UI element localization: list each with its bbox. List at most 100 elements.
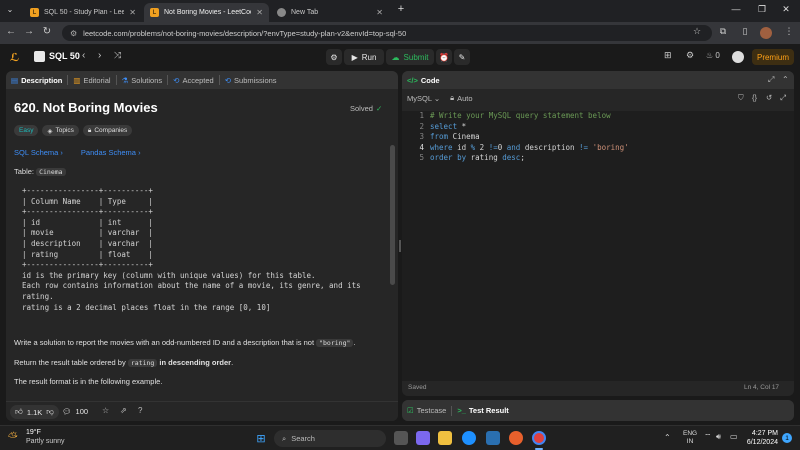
tab-solutions[interactable]: ⚗ Solutions <box>117 71 168 89</box>
expand-icon[interactable]: ⤢ <box>780 93 786 103</box>
teams-icon[interactable] <box>416 431 430 445</box>
profile-avatar[interactable] <box>760 27 772 39</box>
weather-icon[interactable]: ⛅︎ <box>8 430 18 445</box>
tab-label: Accepted <box>182 75 214 85</box>
taskbar-search[interactable]: ⌕ Search <box>274 430 386 447</box>
back-icon[interactable]: ← <box>4 26 18 37</box>
collapse-panel-icon[interactable]: ⌃ <box>782 75 789 84</box>
companies-label: Companies <box>94 127 128 134</box>
prev-problem-icon[interactable]: ‹ <box>82 50 85 61</box>
clock-date: 6/12/2024 <box>746 439 778 446</box>
weather-temp[interactable]: 19°F <box>26 429 41 436</box>
thumbs-up-icon[interactable]: 👍︎ <box>15 407 23 417</box>
firefox-icon[interactable] <box>509 431 523 445</box>
language-indicator[interactable]: ENG IN <box>683 430 697 446</box>
chrome-menu-icon[interactable]: ⋮ <box>782 26 796 37</box>
side-panel-icon[interactable]: ▯ <box>738 26 752 37</box>
language-select[interactable]: MySQL ⌄ <box>407 94 440 103</box>
tab-testcase[interactable]: ☑ Testcase <box>402 402 451 420</box>
reload-icon[interactable]: ↻ <box>40 26 54 37</box>
browser-toolbar: ← → ↻ ⚙ leetcode.com/problems/not-boring… <box>0 22 800 44</box>
layout-grid-icon[interactable]: ⊞ <box>664 50 672 61</box>
line-text: # Write your MySQL query statement below <box>430 111 611 120</box>
tab-editorial[interactable]: ▥ Editorial <box>68 71 115 89</box>
settings-gear-icon[interactable]: ⚙ <box>686 50 694 61</box>
bookmark-icon[interactable]: ⛉ <box>738 93 744 103</box>
address-bar[interactable]: ⚙ leetcode.com/problems/not-boring-movie… <box>62 25 712 41</box>
edge-icon[interactable] <box>462 431 476 445</box>
tab-description[interactable]: ▤ Description <box>6 71 67 89</box>
clock[interactable]: 4:27 PM 6/12/2024 <box>740 429 778 447</box>
tab-search-icon[interactable]: ⌄ <box>2 5 18 14</box>
notification-badge[interactable]: 1 <box>782 433 792 443</box>
leetcode-logo-icon[interactable]: ℒ <box>10 51 22 64</box>
companies-button[interactable]: 🔒︎ Companies <box>82 125 133 136</box>
browser-tab-sql50[interactable]: L SQL 50 - Study Plan - LeetCode ✕ <box>24 3 142 22</box>
notes-button[interactable]: ✎ <box>454 49 470 65</box>
chevron-right-icon: › <box>138 148 141 157</box>
leetcode-nav: ℒ SQL 50 ‹ › ⤨ ⚙ ▶ Run ☁ Submit ⏰ ✎ ⊞ ⚙ … <box>0 44 800 70</box>
maximize-panel-icon[interactable]: ⤢ <box>768 75 774 85</box>
premium-button[interactable]: Premium <box>752 49 794 65</box>
comments-button[interactable]: 💬︎ 100 <box>62 407 88 416</box>
bug-icon: ⚙ <box>330 52 338 62</box>
bookmark-star-icon[interactable]: ☆ <box>690 26 704 37</box>
format-braces-icon[interactable]: {} <box>752 93 757 102</box>
tab-submissions[interactable]: ⟲ Submissions <box>220 71 282 89</box>
timer-button[interactable]: ⏰ <box>436 49 452 65</box>
battery-icon[interactable]: ▭ <box>730 432 738 441</box>
table-name-code: Cinema <box>36 168 66 176</box>
table-caption: Table: Cinema <box>14 167 66 176</box>
submit-button[interactable]: ☁ Submit <box>386 49 434 65</box>
show-hidden-icons-chevron-icon[interactable]: ⌃ <box>664 433 671 442</box>
sql-schema-link[interactable]: SQL Schema › <box>14 148 63 157</box>
site-info-icon[interactable]: ⚙ <box>70 29 77 38</box>
store-icon[interactable] <box>486 431 500 445</box>
tab-close-icon[interactable]: ✕ <box>376 8 383 17</box>
weather-desc[interactable]: Partly sunny <box>26 438 65 445</box>
file-explorer-icon[interactable] <box>438 431 452 445</box>
share-icon[interactable]: ⇗ <box>120 406 127 415</box>
wifi-icon[interactable]: ⌔ <box>704 432 712 442</box>
code-tab[interactable]: </> Code <box>402 71 445 89</box>
tab-accepted[interactable]: ⟲ Accepted <box>168 71 219 89</box>
run-button[interactable]: ▶ Run <box>344 49 384 65</box>
search-placeholder: Search <box>291 434 315 443</box>
topics-button[interactable]: ◈ Topics <box>42 125 79 136</box>
extensions-icon[interactable]: ⧉ <box>716 26 730 37</box>
study-plan-title[interactable]: SQL 50 <box>49 51 80 61</box>
windows-start-icon[interactable]: ⊞ <box>254 431 268 445</box>
next-problem-icon[interactable]: › <box>98 50 101 61</box>
forward-icon[interactable]: → <box>22 26 36 37</box>
thumbs-down-icon[interactable]: 👎︎ <box>46 407 54 417</box>
pandas-schema-link[interactable]: Pandas Schema › <box>81 148 141 157</box>
tab-close-icon[interactable]: ✕ <box>256 8 263 17</box>
task-view-icon[interactable] <box>394 431 408 445</box>
terminal-icon: >_ <box>457 406 466 415</box>
maximize-button[interactable]: ❐ <box>754 4 770 15</box>
auto-mode[interactable]: 🔒︎ Auto <box>450 93 472 103</box>
region-code: IN <box>686 438 694 445</box>
browser-tab-new-tab[interactable]: New Tab ✕ <box>271 3 389 22</box>
chrome-taskbar-icon[interactable] <box>532 431 546 445</box>
minimize-button[interactable]: — <box>728 4 744 14</box>
panel-resize-handle[interactable] <box>399 240 401 252</box>
user-avatar[interactable] <box>732 51 744 63</box>
code-editor[interactable]: 1 # Write your MySQL query statement belo… <box>402 111 794 381</box>
tab-close-icon[interactable]: ✕ <box>129 8 136 17</box>
shuffle-icon[interactable]: ⤨ <box>114 50 121 61</box>
reset-icon[interactable]: ↺ <box>766 93 772 102</box>
inline-code: "boring" <box>316 339 354 347</box>
new-tab-button[interactable]: + <box>393 3 409 15</box>
tab-test-result[interactable]: >_ Test Result <box>452 402 513 420</box>
scrollbar-thumb[interactable] <box>390 145 395 285</box>
tab-label: Submissions <box>234 75 277 85</box>
streak-counter[interactable]: ♨ 0 <box>706 51 720 60</box>
debug-button[interactable]: ⚙ <box>326 49 342 65</box>
favorite-star-icon[interactable]: ☆ <box>102 406 109 415</box>
statement-text: Return the result table ordered by <box>14 358 128 367</box>
volume-icon[interactable]: 🔊︎ <box>716 432 721 442</box>
close-window-button[interactable]: ✕ <box>778 4 794 15</box>
browser-tab-not-boring-movies[interactable]: L Not Boring Movies - LeetCode ✕ <box>144 3 269 22</box>
help-icon[interactable]: ? <box>138 406 142 415</box>
